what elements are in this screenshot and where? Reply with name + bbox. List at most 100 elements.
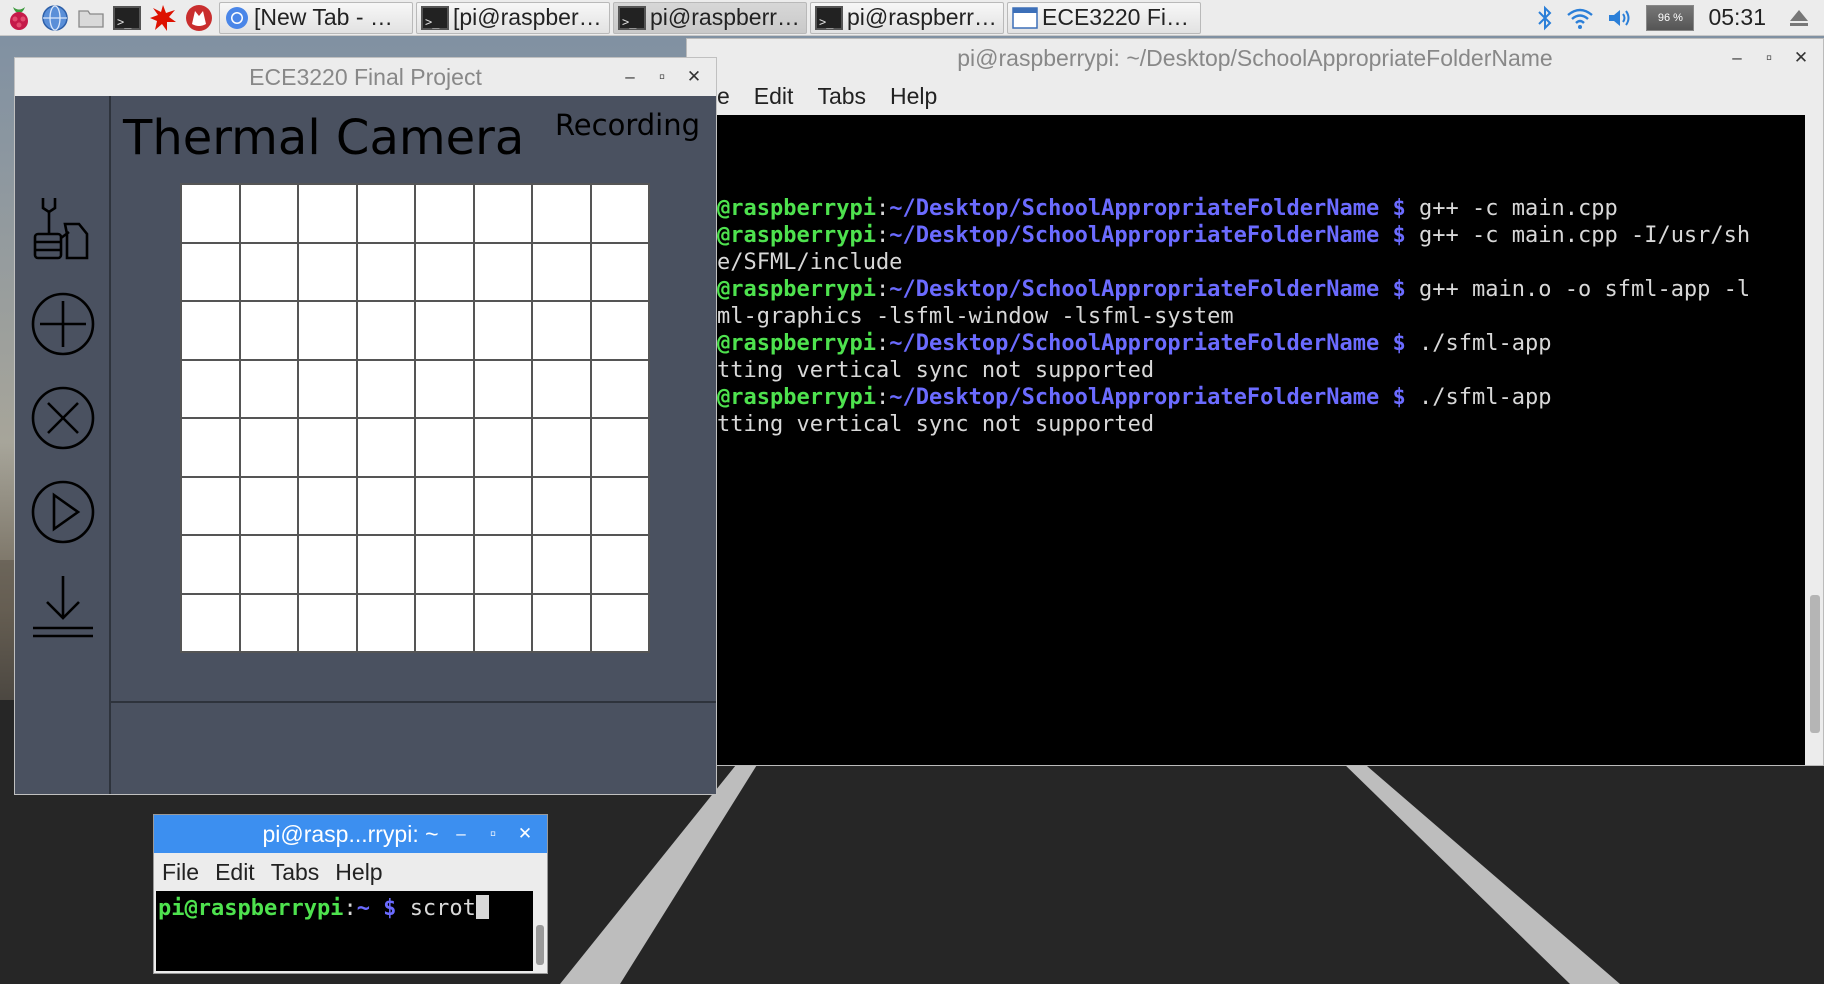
- task-terminal-1[interactable]: >_ [pi@raspberry...: [416, 1, 610, 34]
- prompt-dollar: $: [1379, 196, 1420, 221]
- thermal-pixel: [239, 535, 298, 594]
- terminal-launcher[interactable]: >_: [110, 1, 144, 35]
- thermal-pixel: [473, 418, 532, 477]
- thermal-pixel: [356, 418, 415, 477]
- cpu-monitor[interactable]: 96 %: [1646, 4, 1695, 31]
- thermal-pixel: [415, 359, 474, 418]
- thermal-pixel: [181, 184, 240, 243]
- wifi-button[interactable]: [1566, 6, 1594, 30]
- thermal-pixel: [181, 418, 240, 477]
- prompt-dollar: $: [1379, 277, 1420, 302]
- thermal-pixel: [239, 476, 298, 535]
- thermal-pixel: [298, 418, 357, 477]
- minimize-button[interactable]: ‒: [1721, 48, 1753, 68]
- cpu-usage: 96 %: [1646, 4, 1695, 31]
- divider: [111, 701, 716, 703]
- cancel-button[interactable]: [29, 384, 97, 452]
- download-button[interactable]: [29, 572, 97, 640]
- prompt-dollar: $: [1379, 331, 1420, 356]
- clock[interactable]: 05:31: [1708, 4, 1766, 31]
- task-terminal-3[interactable]: >_ pi@raspberry...: [810, 1, 1004, 34]
- scrollbar-thumb[interactable]: [1810, 595, 1820, 733]
- thermal-pixel: [590, 535, 649, 594]
- settings-button[interactable]: [29, 194, 97, 262]
- menu-tabs[interactable]: Tabs: [271, 859, 320, 886]
- math-kernel-launcher[interactable]: [146, 1, 180, 35]
- window-titlebar[interactable]: pi@rasp...rrypi: ~ ‒ ▫ ✕: [154, 815, 547, 853]
- thermal-pixel: [532, 476, 591, 535]
- terminal-scrollbar[interactable]: [533, 891, 547, 971]
- terminal-window-small[interactable]: pi@rasp...rrypi: ~ ‒ ▫ ✕ File Edit Tabs …: [153, 814, 548, 974]
- menu-bar: e Edit Tabs Help: [687, 77, 1823, 115]
- tool-sidebar: [15, 96, 111, 794]
- scrollbar-thumb[interactable]: [536, 925, 544, 965]
- thermal-pixel: [239, 359, 298, 418]
- thermal-pixel: [415, 184, 474, 243]
- maximize-button[interactable]: ▫: [477, 824, 509, 844]
- minimize-button[interactable]: ‒: [445, 824, 477, 844]
- close-button[interactable]: ✕: [1785, 48, 1817, 68]
- thermal-pixel: [415, 593, 474, 652]
- thermal-pixel: [415, 418, 474, 477]
- thermal-pixel: [356, 593, 415, 652]
- window-titlebar[interactable]: pi@raspberrypi: ~/Desktop/SchoolAppropri…: [687, 39, 1823, 77]
- thermal-pixel: [181, 476, 240, 535]
- output-text: tting vertical sync not supported: [717, 412, 1155, 437]
- thermal-pixel: [356, 184, 415, 243]
- window-title: ECE3220 Final Project: [249, 63, 482, 90]
- command-text: ./sfml-app: [1419, 385, 1552, 410]
- play-button[interactable]: [29, 478, 97, 546]
- menu-tabs[interactable]: Tabs: [817, 83, 866, 110]
- terminal-line: ml-graphics -lsfml-window -lsfml-system: [717, 303, 1805, 330]
- maximize-button[interactable]: ▫: [1753, 48, 1785, 68]
- thermal-camera-window[interactable]: ECE3220 Final Project ‒ ▫ ✕ Thermal Came…: [14, 57, 717, 795]
- terminal-icon: >_: [113, 5, 141, 30]
- thermal-pixel: [356, 301, 415, 360]
- raspberry-menu-button[interactable]: [2, 1, 36, 35]
- thermal-pixel: [590, 242, 649, 301]
- prompt-path: ~/Desktop/SchoolAppropriateFolderName: [889, 223, 1380, 248]
- add-button[interactable]: [29, 290, 97, 358]
- close-button[interactable]: ✕: [678, 67, 710, 87]
- terminal-input[interactable]: pi@raspberrypi:~ $ scrot: [156, 891, 533, 971]
- eject-icon: [1790, 9, 1808, 26]
- terminal-output[interactable]: @raspberrypi:~/Desktop/SchoolAppropriate…: [717, 115, 1805, 765]
- prompt-path: ~: [356, 896, 370, 921]
- volume-button[interactable]: [1606, 6, 1634, 30]
- menu-help[interactable]: Help: [335, 859, 382, 886]
- terminal-icon: >_: [618, 5, 646, 30]
- task-terminal-2[interactable]: >_ pi@raspberry...: [613, 1, 807, 34]
- terminal-window-main[interactable]: pi@raspberrypi: ~/Desktop/SchoolAppropri…: [686, 38, 1824, 766]
- thermal-pixel: [473, 242, 532, 301]
- bluetooth-button[interactable]: [1536, 5, 1554, 31]
- menu-file[interactable]: e: [717, 83, 730, 110]
- thermal-pixel: [239, 242, 298, 301]
- task-chromium[interactable]: [New Tab - Ch...: [219, 1, 413, 34]
- wolf-icon: [186, 4, 212, 31]
- menu-file[interactable]: File: [162, 859, 199, 886]
- command-text: g++ -c main.cpp: [1419, 196, 1618, 221]
- maximize-button[interactable]: ▫: [646, 67, 678, 87]
- menu-edit[interactable]: Edit: [754, 83, 794, 110]
- output-text: tting vertical sync not supported: [717, 358, 1155, 383]
- wolf-app-launcher[interactable]: [182, 1, 216, 35]
- taskbar: >_ [New Tab - Ch... >_ [pi@raspberry... …: [0, 0, 1824, 36]
- web-browser-launcher[interactable]: [38, 1, 72, 35]
- raspberry-icon: [10, 6, 28, 30]
- file-manager-launcher[interactable]: [74, 1, 108, 35]
- terminal-scrollbar[interactable]: [1805, 115, 1823, 765]
- prompt-user: @raspberrypi: [717, 331, 876, 356]
- typed-command: scrot: [409, 896, 476, 921]
- close-button[interactable]: ✕: [509, 824, 541, 844]
- menu-edit[interactable]: Edit: [215, 859, 255, 886]
- thermal-pixel: [298, 301, 357, 360]
- eject-button[interactable]: [1788, 7, 1810, 29]
- task-label: [pi@raspberry...: [453, 4, 605, 30]
- minimize-button[interactable]: ‒: [614, 67, 646, 87]
- task-ece3220[interactable]: ECE3220 Fina...: [1007, 1, 1201, 34]
- menu-help[interactable]: Help: [890, 83, 937, 110]
- terminal-line: @raspberrypi:~/Desktop/SchoolAppropriate…: [717, 276, 1805, 303]
- output-text: ml-graphics -lsfml-window -lsfml-system: [717, 304, 1234, 329]
- thermal-pixel: [415, 476, 474, 535]
- window-titlebar[interactable]: ECE3220 Final Project ‒ ▫ ✕: [15, 58, 716, 96]
